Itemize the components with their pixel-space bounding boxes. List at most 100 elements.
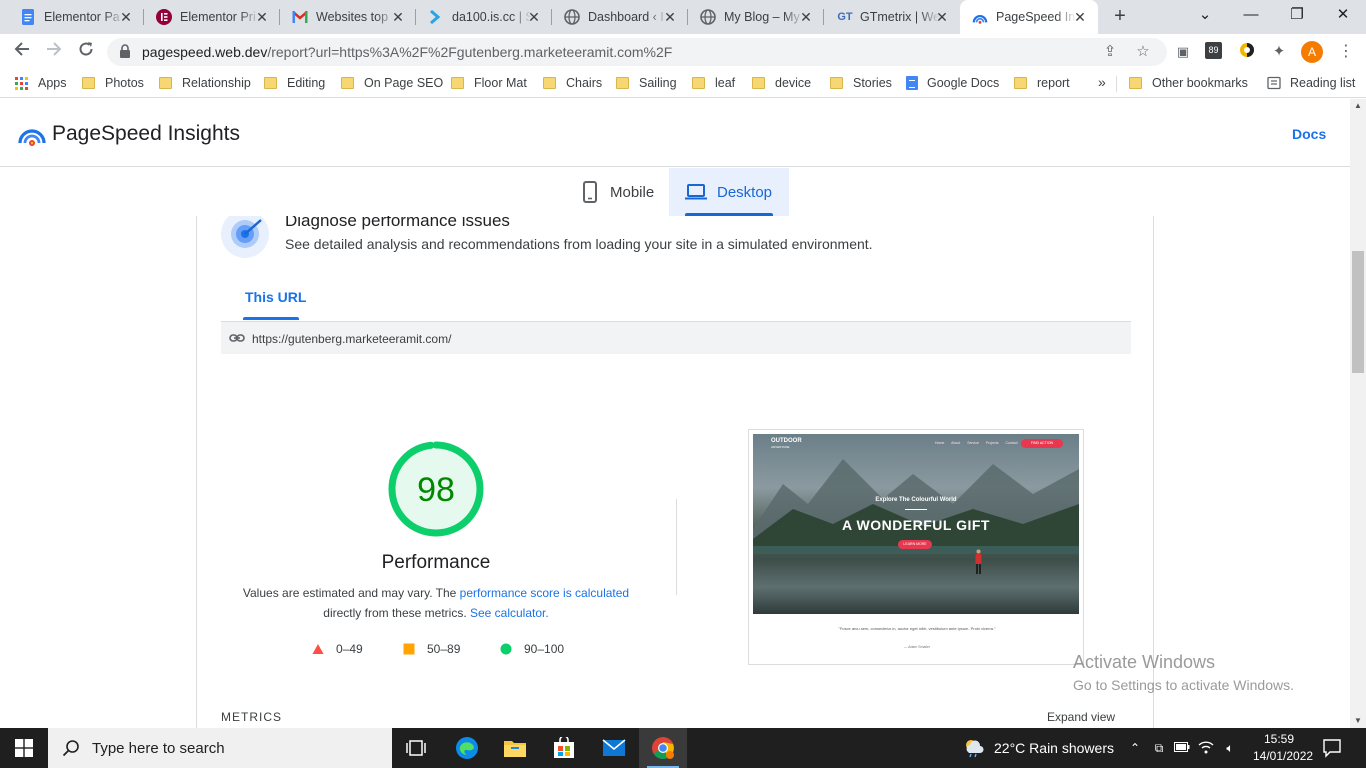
other-bookmarks[interactable]: Other bookmarks: [1129, 76, 1248, 90]
back-button[interactable]: [10, 40, 34, 64]
address-bar[interactable]: pagespeed.web.dev/report?url=https%3A%2F…: [107, 38, 1167, 66]
browser-tab[interactable]: Elementor Pa ✕: [8, 0, 144, 34]
taskbar-search[interactable]: Type here to search: [48, 728, 392, 768]
performance-score-link[interactable]: performance score is calculated: [460, 586, 629, 600]
tab-search-chevron-icon[interactable]: ⌄: [1182, 0, 1228, 30]
bookmark-folder[interactable]: report: [1014, 76, 1070, 90]
bookmark-folder[interactable]: Stories: [830, 76, 892, 90]
performance-description: Values are estimated and may vary. The p…: [237, 583, 635, 623]
wifi-icon[interactable]: [1198, 740, 1214, 756]
docs-link[interactable]: Docs: [1292, 126, 1326, 142]
page-title[interactable]: PageSpeed Insights: [52, 122, 240, 146]
tab-this-url[interactable]: This URL: [245, 289, 306, 305]
tab-desktop[interactable]: Desktop: [669, 168, 789, 216]
screenshot-nav: OUTDOOR ADVENTURE Home About Service Proj…: [753, 434, 1079, 454]
bookmark-folder[interactable]: Editing: [264, 76, 325, 90]
reading-list[interactable]: Reading list: [1267, 76, 1355, 90]
system-clock[interactable]: 15:59 14/01/2022: [1253, 731, 1313, 765]
start-button[interactable]: [0, 728, 48, 768]
profile-avatar[interactable]: A: [1301, 41, 1323, 63]
bookmark-folder[interactable]: leaf: [692, 76, 735, 90]
bookmark-folder[interactable]: Photos: [82, 76, 144, 90]
share-icon[interactable]: ⇪: [1100, 42, 1120, 62]
weather-widget[interactable]: 22°C Rain showers: [962, 728, 1114, 768]
bookmark-label: Editing: [287, 76, 326, 90]
globe-icon: [700, 9, 716, 25]
browser-tab-active[interactable]: PageSpeed In ✕: [960, 0, 1098, 34]
bookmark-star-icon[interactable]: ☆: [1133, 42, 1153, 62]
bookmark-apps[interactable]: Apps: [15, 76, 67, 90]
close-tab-icon[interactable]: ✕: [390, 9, 406, 25]
meet-now-icon[interactable]: ⧉: [1151, 740, 1167, 756]
taskbar-store[interactable]: [540, 728, 588, 768]
bookmark-label: Stories: [853, 76, 892, 90]
tab-title: Websites top: [316, 10, 389, 24]
bookmark-folder[interactable]: Chairs: [543, 76, 602, 90]
close-tab-icon[interactable]: ✕: [526, 9, 542, 25]
folder-icon: [1014, 77, 1027, 89]
bookmark-folder[interactable]: Relationship: [159, 76, 251, 90]
windows-taskbar: Type here to search 22°C Rain showers ⌃ …: [0, 728, 1366, 768]
reading-list-icon: [1267, 76, 1281, 90]
tab-mobile[interactable]: Mobile: [568, 168, 668, 216]
minimize-button[interactable]: —: [1228, 0, 1274, 30]
bookmarks-overflow-button[interactable]: »: [1098, 74, 1106, 90]
show-hidden-icons-icon[interactable]: ⌃: [1127, 740, 1143, 756]
bookmark-folder[interactable]: Sailing: [616, 76, 677, 90]
kebab-menu-icon[interactable]: ⋮: [1336, 42, 1356, 62]
browser-tab[interactable]: Websites top ✕: [280, 0, 416, 34]
bookmark-folder[interactable]: device: [752, 76, 811, 90]
close-tab-icon[interactable]: ✕: [1072, 9, 1088, 25]
browser-tab[interactable]: da100.is.cc | S ✕: [416, 0, 552, 34]
restore-button[interactable]: ❐: [1274, 0, 1320, 30]
task-view-button[interactable]: [392, 728, 440, 768]
browser-tab[interactable]: Elementor Pri ✕: [144, 0, 280, 34]
bookmark-folder[interactable]: On Page SEO: [341, 76, 443, 90]
chrome-icon: [652, 737, 674, 759]
scroll-down-arrow-icon[interactable]: ▼: [1350, 714, 1366, 728]
tested-url[interactable]: https://gutenberg.marketeeramit.com/: [252, 332, 451, 346]
forward-button[interactable]: [42, 40, 66, 64]
google-docs-icon: [20, 9, 36, 25]
folder-icon: [451, 77, 464, 89]
taskbar-edge[interactable]: [443, 728, 491, 768]
bookmark-label: leaf: [715, 76, 736, 90]
globe-icon: [564, 9, 580, 25]
browser-tab[interactable]: My Blog – My ✕: [688, 0, 824, 34]
taskbar-file-explorer[interactable]: [491, 728, 539, 768]
bookmark-google-docs[interactable]: Google Docs: [906, 76, 999, 90]
url-host: pagespeed.web.dev: [142, 44, 268, 60]
browser-tab[interactable]: GT GTmetrix | We ✕: [824, 0, 960, 34]
mail-icon: [602, 739, 626, 756]
color-extension-icon[interactable]: [1237, 42, 1257, 62]
bookmark-label: Floor Mat: [474, 76, 527, 90]
scrollbar-thumb[interactable]: [1352, 251, 1364, 373]
close-tab-icon[interactable]: ✕: [662, 9, 678, 25]
bookmark-folder[interactable]: Floor Mat: [451, 76, 527, 90]
speaker-icon[interactable]: 🔈︎: [1222, 740, 1238, 756]
extension-icon[interactable]: ▣: [1173, 42, 1193, 62]
tab-title: Elementor Pa: [44, 10, 120, 24]
screenshot-button: LEARN MORE: [898, 540, 932, 549]
taskbar-mail[interactable]: [590, 728, 638, 768]
close-tab-icon[interactable]: ✕: [798, 9, 814, 25]
see-calculator-link[interactable]: See calculator.: [470, 606, 549, 620]
close-tab-icon[interactable]: ✕: [118, 9, 134, 25]
taskbar-chrome[interactable]: [639, 728, 687, 768]
close-tab-icon[interactable]: ✕: [934, 9, 950, 25]
notification-center-icon[interactable]: [1322, 738, 1342, 758]
performance-label: Performance: [381, 552, 491, 573]
page-scrollbar[interactable]: ▲ ▼: [1350, 99, 1366, 728]
reload-button[interactable]: [74, 40, 98, 64]
new-tab-button[interactable]: +: [1108, 5, 1132, 29]
extension-badge-icon[interactable]: 89: [1205, 42, 1222, 59]
pagespeed-logo-icon[interactable]: [18, 121, 46, 149]
expand-view-button[interactable]: Expand view: [1047, 710, 1115, 724]
scroll-up-arrow-icon[interactable]: ▲: [1350, 99, 1366, 113]
puzzle-extensions-icon[interactable]: ✦: [1269, 42, 1289, 62]
close-tab-icon[interactable]: ✕: [254, 9, 270, 25]
battery-icon[interactable]: [1174, 740, 1190, 756]
screenshot-logo-line2: ADVENTURE: [771, 445, 790, 449]
browser-tab[interactable]: Dashboard ‹ I ✕: [552, 0, 688, 34]
close-window-button[interactable]: ✕: [1320, 0, 1366, 30]
